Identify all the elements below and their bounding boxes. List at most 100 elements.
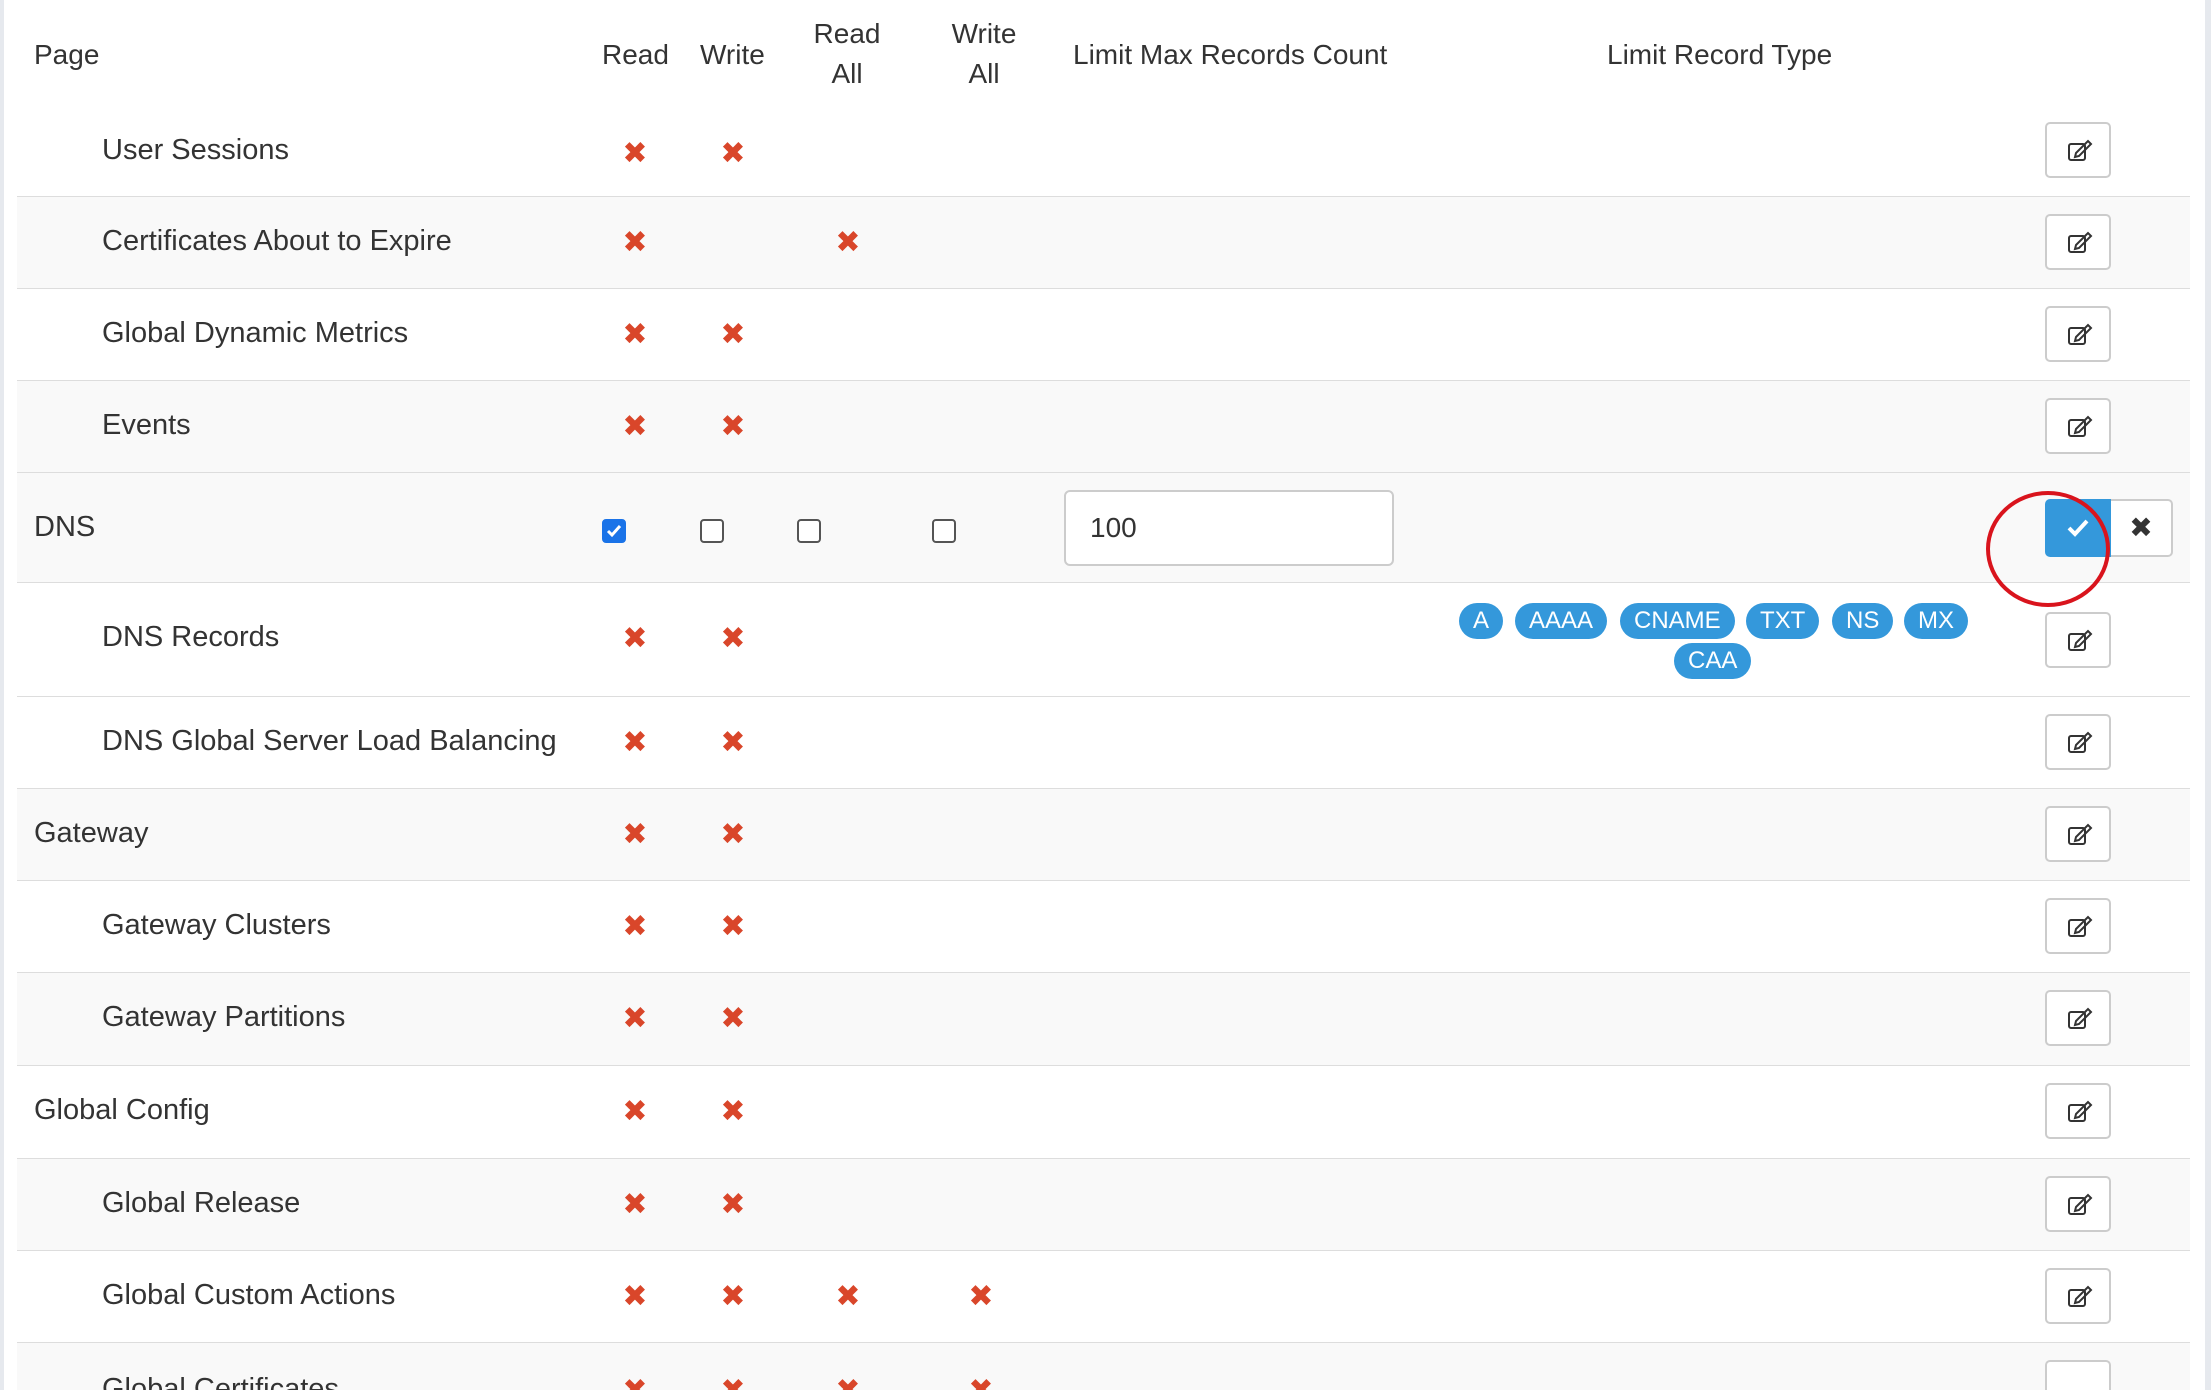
scrollbar-track[interactable] bbox=[2205, 0, 2211, 1390]
row-label: DNS Global Server Load Balancing bbox=[102, 725, 557, 757]
read-checkbox[interactable] bbox=[602, 519, 626, 543]
x-mark-icon: ✖ bbox=[622, 318, 648, 351]
row-label: Global Release bbox=[102, 1187, 301, 1219]
x-mark-icon: ✖ bbox=[720, 1280, 746, 1313]
header-write-all-line2: All bbox=[968, 58, 1000, 89]
record-type-badge: NS bbox=[1832, 603, 1894, 639]
x-mark-icon: ✖ bbox=[622, 910, 648, 943]
table-row-global-config: Global Config ✖ ✖ bbox=[17, 1066, 2190, 1159]
x-mark-icon: ✖ bbox=[622, 1188, 648, 1221]
x-mark-icon: ✖ bbox=[720, 1002, 746, 1035]
x-mark-icon: ✖ bbox=[720, 818, 746, 851]
x-mark-icon: ✖ bbox=[719, 1376, 747, 1390]
header-read: Read bbox=[602, 39, 669, 70]
x-mark-icon: ✖ bbox=[622, 226, 648, 259]
x-mark-icon: ✖ bbox=[622, 1280, 648, 1313]
x-mark-icon: ✖ bbox=[720, 318, 746, 351]
row-label: Gateway bbox=[34, 817, 149, 849]
row-label: DNS bbox=[34, 511, 96, 543]
edit-button[interactable] bbox=[2045, 1176, 2111, 1232]
cancel-button[interactable]: ✖ bbox=[2111, 499, 2173, 557]
row-label: Global Certificates bbox=[102, 1373, 339, 1390]
x-mark-icon: ✖ bbox=[720, 137, 746, 170]
header-read-all-line2: All bbox=[831, 58, 863, 89]
edit-button[interactable] bbox=[2045, 1360, 2111, 1390]
x-mark-icon: ✖ bbox=[967, 1376, 995, 1390]
x-mark-icon: ✖ bbox=[622, 1095, 648, 1128]
x-mark-icon: ✖ bbox=[835, 1280, 861, 1313]
edit-button[interactable] bbox=[2045, 214, 2111, 270]
row-label: Certificates About to Expire bbox=[102, 225, 452, 257]
record-type-badge: CNAME bbox=[1620, 603, 1735, 639]
edit-icon bbox=[2068, 415, 2093, 437]
write-all-checkbox[interactable] bbox=[932, 519, 956, 543]
x-mark-icon: ✖ bbox=[622, 137, 648, 170]
read-all-checkbox[interactable] bbox=[797, 519, 821, 543]
x-mark-icon: ✖ bbox=[622, 410, 648, 443]
row-label: Gateway Clusters bbox=[102, 909, 331, 941]
row-label: Global Dynamic Metrics bbox=[102, 317, 409, 349]
table-row-global-certificates: Global Certificates ✖ ✖ ✖ ✖ bbox=[17, 1343, 2190, 1390]
edit-button[interactable] bbox=[2045, 1268, 2111, 1324]
left-rail bbox=[0, 0, 4, 1390]
header-write-all: Write All bbox=[939, 14, 1029, 94]
close-icon: ✖ bbox=[2129, 512, 2153, 543]
table-row-gateway: Gateway ✖ ✖ bbox=[17, 789, 2190, 881]
x-mark-icon: ✖ bbox=[720, 910, 746, 943]
table-row-gateway-clusters: Gateway Clusters ✖ ✖ bbox=[17, 881, 2190, 973]
edit-button[interactable] bbox=[2045, 714, 2111, 770]
record-type-badge: TXT bbox=[1746, 603, 1820, 639]
x-mark-icon: ✖ bbox=[720, 622, 746, 655]
x-mark-icon: ✖ bbox=[622, 1002, 648, 1035]
table-row-gateway-partitions: Gateway Partitions ✖ ✖ bbox=[17, 973, 2190, 1066]
header-limit-max: Limit Max Records Count bbox=[1073, 39, 1388, 70]
row-label: Gateway Partitions bbox=[102, 1001, 346, 1033]
header-read-all-line1: Read bbox=[813, 18, 881, 49]
x-mark-icon: ✖ bbox=[621, 1376, 649, 1390]
x-mark-icon: ✖ bbox=[720, 1188, 746, 1221]
edit-button[interactable] bbox=[2045, 306, 2111, 362]
edit-button[interactable] bbox=[2045, 398, 2111, 454]
edit-icon bbox=[2068, 323, 2093, 345]
table-row-dns-records: DNS Records ✖ ✖ A AAAA CNAME TXT NS MX C… bbox=[17, 583, 2190, 697]
edit-button[interactable] bbox=[2045, 1083, 2111, 1139]
record-type-badge: AAAA bbox=[1515, 603, 1608, 639]
edit-icon bbox=[2068, 731, 2093, 753]
x-mark-icon: ✖ bbox=[834, 1376, 862, 1390]
x-mark-icon: ✖ bbox=[622, 622, 648, 655]
edit-button[interactable] bbox=[2045, 122, 2111, 178]
header-limit-type: Limit Record Type bbox=[1607, 39, 1833, 70]
header-write-all-line1: Write bbox=[951, 18, 1017, 49]
table-row-global-release: Global Release ✖ ✖ bbox=[17, 1159, 2190, 1251]
write-checkbox[interactable] bbox=[700, 519, 724, 543]
table-row-global-dynamic-metrics: Global Dynamic Metrics ✖ ✖ bbox=[17, 289, 2190, 381]
edit-icon bbox=[2068, 139, 2093, 161]
x-mark-icon: ✖ bbox=[720, 726, 746, 759]
record-type-badge: A bbox=[1459, 603, 1504, 639]
annotation-circle bbox=[1986, 491, 2110, 607]
row-label: Global Config bbox=[34, 1094, 210, 1126]
table-row-dns-editing: DNS 100 ✖ bbox=[17, 473, 2190, 583]
row-label: Events bbox=[102, 409, 191, 441]
edit-icon bbox=[2068, 1007, 2093, 1029]
x-mark-icon: ✖ bbox=[968, 1280, 994, 1313]
edit-button[interactable] bbox=[2045, 806, 2111, 862]
header-page: Page bbox=[34, 39, 100, 70]
record-type-badge: MX bbox=[1904, 603, 1968, 639]
x-mark-icon: ✖ bbox=[622, 726, 648, 759]
table-header: Page Read Write Read All Write All Limit… bbox=[17, 0, 2190, 110]
x-mark-icon: ✖ bbox=[720, 1095, 746, 1128]
table-row-dns-gslb: DNS Global Server Load Balancing ✖ ✖ bbox=[17, 697, 2190, 789]
max-records-input[interactable]: 100 bbox=[1064, 490, 1394, 566]
edit-button[interactable] bbox=[2045, 898, 2111, 954]
edit-button[interactable] bbox=[2045, 990, 2111, 1046]
table-row-user-sessions: User Sessions ✖ ✖ bbox=[17, 110, 2190, 197]
edit-button[interactable] bbox=[2045, 612, 2111, 668]
header-read-all: Read All bbox=[807, 14, 887, 94]
edit-icon bbox=[2068, 1100, 2093, 1122]
table-row-events: Events ✖ ✖ bbox=[17, 381, 2190, 473]
table-row-global-custom-actions: Global Custom Actions ✖ ✖ ✖ ✖ bbox=[17, 1251, 2190, 1343]
x-mark-icon: ✖ bbox=[835, 226, 861, 259]
header-write: Write bbox=[700, 39, 765, 70]
x-mark-icon: ✖ bbox=[622, 818, 648, 851]
